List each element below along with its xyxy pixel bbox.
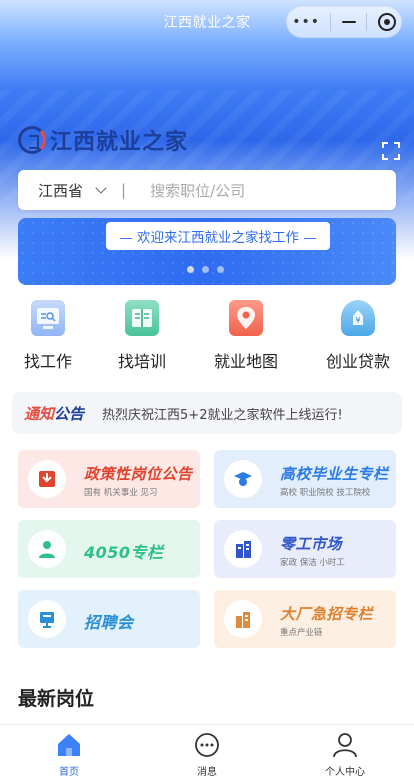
inbox-icon (28, 460, 66, 498)
card-subtitle: 重点产业链 (280, 628, 323, 638)
quick-entry-job-map[interactable]: 就业地图 (206, 300, 286, 372)
factory-icon (224, 600, 262, 638)
tab-profile[interactable]: 个人中心 (305, 731, 385, 778)
quick-entry-label: 就业地图 (213, 352, 278, 371)
card-subtitle: 家政 保洁 小时工 (280, 558, 345, 568)
tab-messages[interactable]: 消息 (167, 731, 247, 778)
card-title: 招聘会 (84, 613, 134, 632)
tab-label: 首页 (59, 767, 79, 778)
card-title: 零工市场 (280, 535, 343, 553)
tab-bar: 首页 消息 个人中心 (0, 724, 414, 780)
notice-tag-a: 通知 (24, 404, 55, 423)
notice-bar[interactable]: 通知公告 热烈庆祝江西5+2就业之家软件上线运行! (12, 392, 402, 434)
minimize-icon[interactable] (341, 21, 356, 23)
card-subtitle: 高校 职业院校 技工院校 (280, 488, 371, 498)
notice-tag: 通知公告 (24, 403, 84, 424)
quick-entry-find-training[interactable]: 找培训 (108, 300, 176, 372)
money-bag-icon: ¥ (341, 300, 375, 336)
close-target-icon[interactable] (377, 13, 396, 31)
card-policy-jobs[interactable]: 政策性岗位公告 国有 机关事业 见习 (18, 450, 200, 508)
person-icon (28, 530, 66, 568)
carousel-dot[interactable] (217, 266, 224, 273)
carousel-dot[interactable] (187, 266, 194, 273)
book-icon (125, 300, 159, 336)
brand-logo: 江西就业之家 (18, 124, 188, 156)
more-icon[interactable]: ••• (292, 14, 320, 30)
quick-entry-label: 找工作 (23, 352, 72, 371)
chevron-down-icon[interactable] (95, 182, 107, 194)
graduate-icon (224, 460, 262, 498)
card-title: 政策性岗位公告 (84, 465, 193, 483)
card-graduates[interactable]: 高校毕业生专栏 高校 职业院校 技工院校 (214, 450, 396, 508)
home-icon (55, 731, 83, 759)
card-title: 高校毕业生专栏 (280, 465, 389, 483)
quick-entry-startup-loan[interactable]: ¥ 创业贷款 (318, 300, 398, 372)
map-pin-icon (229, 300, 263, 336)
card-gig-market[interactable]: 零工市场 家政 保洁 小时工 (214, 520, 396, 578)
card-big-factory[interactable]: 大厂急招专栏 重点产业链 (214, 590, 396, 648)
svg-text:¥: ¥ (355, 316, 360, 325)
search-input[interactable]: 搜索职位/公司 (150, 180, 245, 201)
monitor-search-icon (31, 300, 65, 336)
card-subtitle: 国有 机关事业 见习 (84, 488, 158, 498)
notice-tag-b: 公告 (54, 404, 85, 423)
quick-entry-label: 创业贷款 (325, 352, 390, 371)
quick-entry-label: 找培训 (117, 352, 166, 371)
province-select[interactable]: 江西省 (38, 180, 83, 201)
carousel-indicators (187, 266, 224, 273)
capsule-divider (366, 13, 368, 31)
card-title: 4050专栏 (84, 543, 164, 562)
card-job-fair[interactable]: 招聘会 (18, 590, 200, 648)
brand-name: 江西就业之家 (50, 130, 189, 155)
building-icon (224, 530, 262, 568)
carousel-dot[interactable] (202, 266, 209, 273)
card-title: 大厂急招专栏 (280, 605, 374, 623)
tab-label: 消息 (197, 767, 217, 778)
banner-text: — 欢迎来江西就业之家找工作 — (106, 222, 330, 250)
capsule-divider (330, 13, 332, 31)
card-4050[interactable]: 4050专栏 (18, 520, 200, 578)
mini-program-capsule: ••• (286, 6, 402, 38)
search-bar[interactable]: 江西省 | 搜索职位/公司 (18, 170, 396, 210)
latest-jobs-title: 最新岗位 (18, 688, 95, 710)
quick-entry-find-job[interactable]: 找工作 (14, 300, 82, 372)
tab-label: 个人中心 (325, 767, 365, 778)
chat-icon (193, 731, 221, 759)
logo-mark-icon (18, 126, 46, 154)
banner-carousel[interactable]: — 欢迎来江西就业之家找工作 — (18, 218, 396, 285)
search-divider: | (121, 181, 127, 199)
user-icon (331, 731, 359, 759)
scan-icon[interactable] (382, 142, 400, 160)
tab-home[interactable]: 首页 (29, 731, 109, 778)
exhibition-icon (28, 600, 66, 638)
notice-text: 热烈庆祝江西5+2就业之家软件上线运行! (102, 407, 343, 423)
